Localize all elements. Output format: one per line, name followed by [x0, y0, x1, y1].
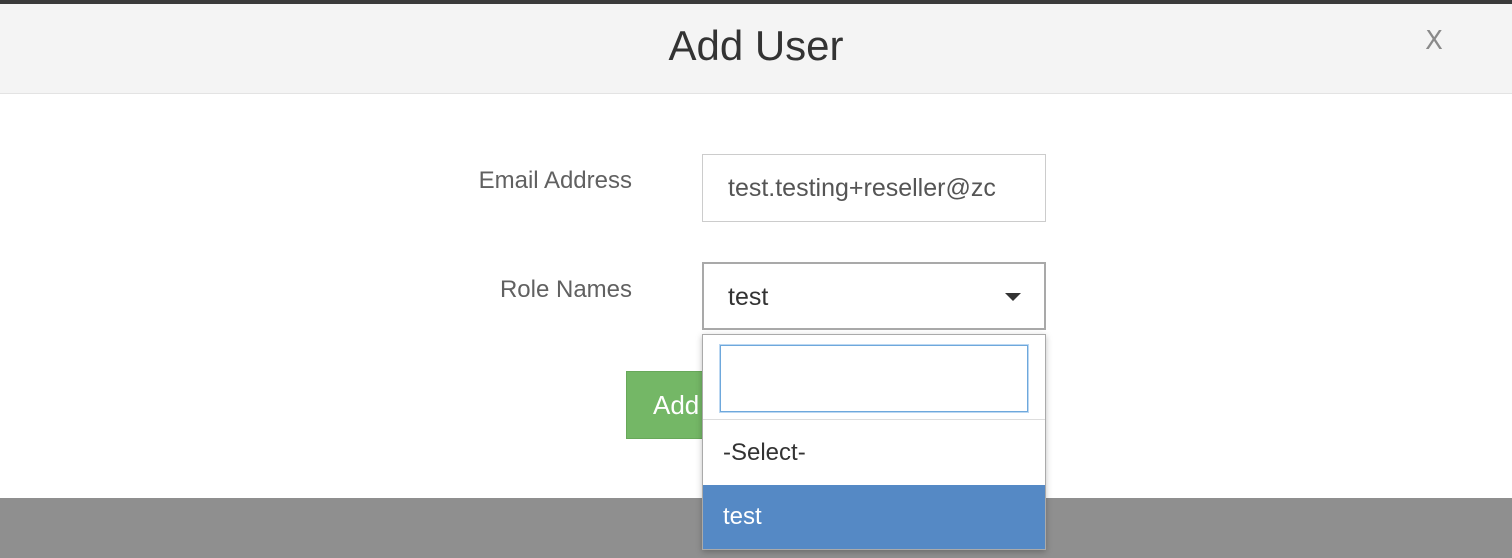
dropdown-search-input[interactable]	[719, 344, 1029, 413]
add-user-modal: Add User X Email Address test.testing+re…	[0, 0, 1512, 558]
email-label: Email Address	[478, 167, 632, 194]
dropdown-search-area	[703, 335, 1045, 420]
close-icon[interactable]: X	[1420, 24, 1448, 60]
role-dropdown: -Select- test	[702, 334, 1046, 550]
role-names-label: Role Names	[499, 276, 632, 303]
role-names-select[interactable]: test	[702, 262, 1046, 330]
modal-title: Add User	[668, 22, 844, 69]
email-field[interactable]: test.testing+reseller@zc	[702, 154, 1046, 222]
chevron-down-icon	[1005, 293, 1021, 301]
role-select-value: test	[728, 283, 769, 311]
modal-header: Add User X	[0, 4, 1512, 94]
dropdown-option-test[interactable]: test	[703, 485, 1045, 549]
dropdown-option-select[interactable]: -Select-	[703, 421, 1045, 485]
